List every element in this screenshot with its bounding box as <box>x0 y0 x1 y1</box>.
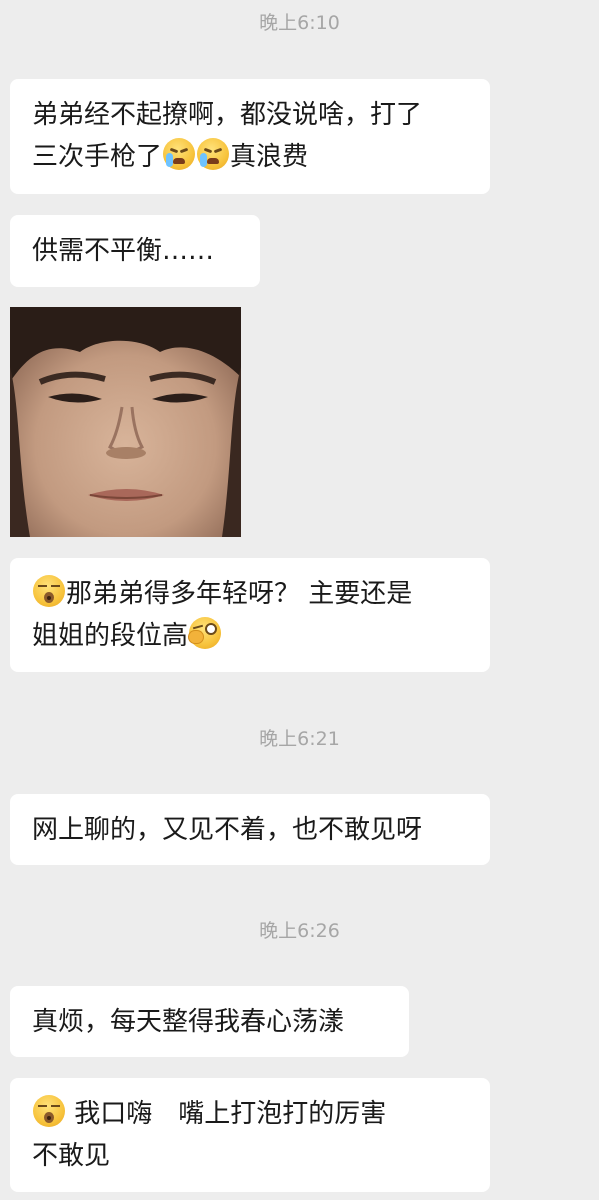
humming-face-emoji-icon <box>33 1095 65 1127</box>
message-text: 真烦，每天整得我春心荡漾 <box>32 1007 345 1037</box>
loudly-crying-face-emoji-icon <box>197 138 230 170</box>
sticker-image[interactable] <box>10 307 241 537</box>
message-text-line: 那弟弟得多年轻呀？ 主要还是 <box>32 573 468 615</box>
message-text: 网上聊的，又见不着，也不敢见呀 <box>32 815 423 845</box>
message-bubble[interactable]: 真烦，每天整得我春心荡漾 <box>10 986 409 1057</box>
message-text: 我口嗨 嘴上打泡打的厉害 <box>66 1099 387 1129</box>
message-bubble[interactable]: 我口嗨 嘴上打泡打的厉害 不敢见 <box>10 1078 490 1192</box>
message-bubble[interactable]: 弟弟经不起撩啊，都没说啥，打了 三次手枪了 真浪费 <box>10 79 490 194</box>
message-text: 供需不平衡…… <box>32 236 215 266</box>
message-text: 弟弟经不起撩啊，都没说啥，打了 <box>32 100 423 130</box>
message-text: 三次手枪了 <box>32 142 163 172</box>
message-text-line: 我口嗨 嘴上打泡打的厉害 <box>32 1093 468 1135</box>
message-bubble[interactable]: 供需不平衡…… <box>10 215 260 287</box>
message-bubble[interactable]: 网上聊的，又见不着，也不敢见呀 <box>10 794 490 865</box>
loudly-crying-face-emoji-icon <box>163 138 196 170</box>
message-text: 那弟弟得多年轻呀？ 主要还是 <box>66 579 413 609</box>
message-text: 真浪费 <box>230 142 309 172</box>
humming-face-emoji-icon <box>33 575 65 607</box>
message-text-line: 三次手枪了 真浪费 <box>32 136 468 178</box>
face-photo-icon <box>10 307 241 537</box>
timestamp: 晚上6:10 <box>259 12 340 34</box>
timestamp: 晚上6:21 <box>259 728 340 750</box>
message-text: 不敢见 <box>32 1141 111 1171</box>
message-text-line: 姐姐的段位高 <box>32 615 468 657</box>
timestamp: 晚上6:26 <box>259 920 340 942</box>
message-bubble[interactable]: 那弟弟得多年轻呀？ 主要还是 姐姐的段位高 <box>10 558 490 672</box>
message-text: 姐姐的段位高 <box>32 621 189 651</box>
wink-face-emoji-icon <box>189 617 222 649</box>
